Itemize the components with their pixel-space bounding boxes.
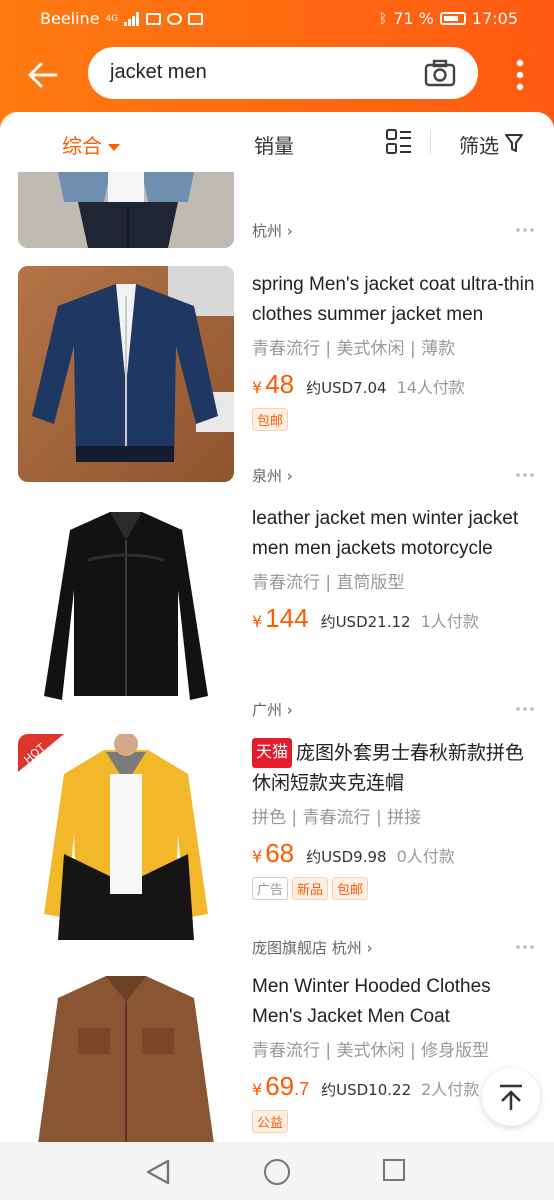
- clock: 17:05: [471, 9, 518, 28]
- product-card[interactable]: leather jacket men winter jacket men men…: [0, 500, 554, 720]
- shop-location[interactable]: 泉州 ›: [252, 465, 293, 486]
- mail-icon: [188, 12, 204, 25]
- back-arrow-icon[interactable]: [26, 58, 60, 92]
- carrier-name: Beeline: [40, 9, 100, 28]
- shop-location[interactable]: 广州 ›: [252, 699, 293, 720]
- app-header: Beeline 4G ᛒ 71 % 17:05 jacket men: [0, 0, 554, 130]
- network-type: 4G: [105, 13, 119, 24]
- search-box[interactable]: jacket men: [88, 47, 478, 99]
- currency-symbol: ¥: [252, 1080, 263, 1099]
- nav-recents-icon[interactable]: [383, 1159, 405, 1181]
- system-nav-bar: [0, 1142, 554, 1200]
- dropdown-triangle-icon: [108, 144, 120, 151]
- shop-name-location[interactable]: 庞图旗舰店 杭州 ›: [252, 937, 373, 958]
- price-usd: 约USD21.12: [320, 613, 411, 631]
- product-image[interactable]: HOT: [18, 734, 234, 950]
- filter-button[interactable]: 筛选: [459, 130, 499, 159]
- product-card[interactable]: Men Winter Hooded Clothes Men's Jacket M…: [0, 968, 554, 1142]
- leather-jacket-illustration: [18, 500, 234, 716]
- list-layout-icon[interactable]: [386, 129, 412, 155]
- product-image[interactable]: [18, 172, 234, 248]
- sold-count: 2人付款: [421, 1080, 480, 1099]
- product-price-decimal: .7: [294, 1079, 310, 1099]
- product-image[interactable]: [18, 500, 234, 716]
- price-usd: 约USD10.22: [321, 1081, 412, 1099]
- ad-badge: 广告: [252, 877, 289, 900]
- product-tags: 青春流行 | 直筒版型: [252, 573, 405, 593]
- free-shipping-badge: 包邮: [252, 408, 289, 431]
- telegram-icon: [167, 12, 183, 25]
- battery-icon: [439, 12, 466, 25]
- more-options-icon[interactable]: [516, 707, 534, 711]
- status-bar: Beeline 4G ᛒ 71 % 17:05: [0, 0, 554, 38]
- product-info[interactable]: 天猫 庞图外套男士春秋新款拼色休闲短款夹克连帽 拼色 | 青春流行 | 拼接 ¥ …: [252, 738, 542, 900]
- sold-count: 14人付款: [396, 378, 465, 397]
- shop-location[interactable]: 杭州 ›: [252, 220, 293, 241]
- back-to-top-button[interactable]: [482, 1068, 540, 1126]
- currency-symbol: ¥: [252, 378, 263, 397]
- results-panel: 杭州 › spring Men's jacket coat ultra-thin…: [0, 112, 554, 1142]
- new-badge: 新品: [292, 877, 329, 900]
- currency-symbol: ¥: [252, 612, 263, 631]
- more-options-icon[interactable]: [516, 228, 534, 232]
- sort-tab-comprehensive[interactable]: 综合: [62, 130, 120, 159]
- hooded-jacket-illustration: HOT: [18, 734, 234, 950]
- price-usd: 约USD9.98: [306, 848, 387, 866]
- product-tags: 拼色 | 青春流行 | 拼接: [252, 808, 422, 828]
- badge-row: 广告 新品 包邮: [252, 877, 542, 900]
- product-info[interactable]: leather jacket men winter jacket men men…: [252, 504, 542, 634]
- filter-icon[interactable]: [505, 133, 523, 153]
- navy-jacket-illustration: [18, 266, 234, 482]
- brown-jacket-illustration: [18, 968, 234, 1142]
- charity-badge: 公益: [252, 1110, 289, 1133]
- product-price: 68: [265, 838, 295, 868]
- camera-icon[interactable]: [424, 59, 456, 87]
- product-price: 48: [265, 369, 295, 399]
- more-menu-icon[interactable]: [516, 58, 524, 92]
- product-price: 144: [265, 603, 309, 633]
- product-image[interactable]: [18, 968, 234, 1142]
- bluetooth-icon: ᛒ: [378, 10, 388, 27]
- product-title[interactable]: Men Winter Hooded Clothes Men's Jacket M…: [252, 972, 542, 1032]
- currency-symbol: ¥: [252, 847, 263, 866]
- signal-icon: [124, 11, 140, 26]
- product-tags: 青春流行 | 美式休闲 | 修身版型: [252, 1041, 490, 1061]
- product-card[interactable]: HOT 天猫 庞图外套男士春秋新款拼色休闲短款夹克连帽 拼色 | 青春流行 | 拼…: [0, 734, 554, 957]
- price-row: ¥ 144 约USD21.12 1人付款: [252, 603, 542, 634]
- sort-tab-sales[interactable]: 销量: [254, 130, 294, 159]
- product-card[interactable]: spring Men's jacket coat ultra-thin clot…: [0, 266, 554, 486]
- more-options-icon[interactable]: [516, 473, 534, 477]
- free-shipping-badge: 包邮: [332, 877, 369, 900]
- price-row: ¥ 48 约USD7.04 14人付款: [252, 369, 542, 400]
- product-card[interactable]: 杭州 ›: [0, 172, 554, 250]
- badge-row: 包邮: [252, 408, 542, 431]
- nav-back-icon[interactable]: [146, 1159, 170, 1185]
- denim-jacket-illustration: [18, 172, 234, 248]
- notification-icon: [146, 12, 162, 25]
- sold-count: 1人付款: [420, 612, 479, 631]
- product-price: 69: [265, 1071, 295, 1101]
- search-input[interactable]: jacket men: [110, 61, 207, 84]
- product-image[interactable]: [18, 266, 234, 482]
- price-row: ¥ 68 约USD9.98 0人付款: [252, 838, 542, 869]
- product-title[interactable]: 天猫 庞图外套男士春秋新款拼色休闲短款夹克连帽: [252, 738, 542, 799]
- tmall-badge: 天猫: [252, 738, 293, 768]
- product-info[interactable]: spring Men's jacket coat ultra-thin clot…: [252, 270, 542, 431]
- product-tags: 青春流行 | 美式休闲 | 薄款: [252, 339, 456, 359]
- battery-percent: 71 %: [393, 9, 434, 28]
- arrow-up-icon: [500, 1084, 522, 1110]
- nav-home-icon[interactable]: [264, 1159, 290, 1185]
- sold-count: 0人付款: [396, 847, 455, 866]
- product-title[interactable]: spring Men's jacket coat ultra-thin clot…: [252, 270, 542, 330]
- divider: [430, 130, 431, 154]
- price-usd: 约USD7.04: [306, 379, 387, 397]
- product-title[interactable]: leather jacket men winter jacket men men…: [252, 504, 542, 564]
- sort-bar: 综合 销量 筛选: [0, 112, 554, 172]
- more-options-icon[interactable]: [516, 945, 534, 949]
